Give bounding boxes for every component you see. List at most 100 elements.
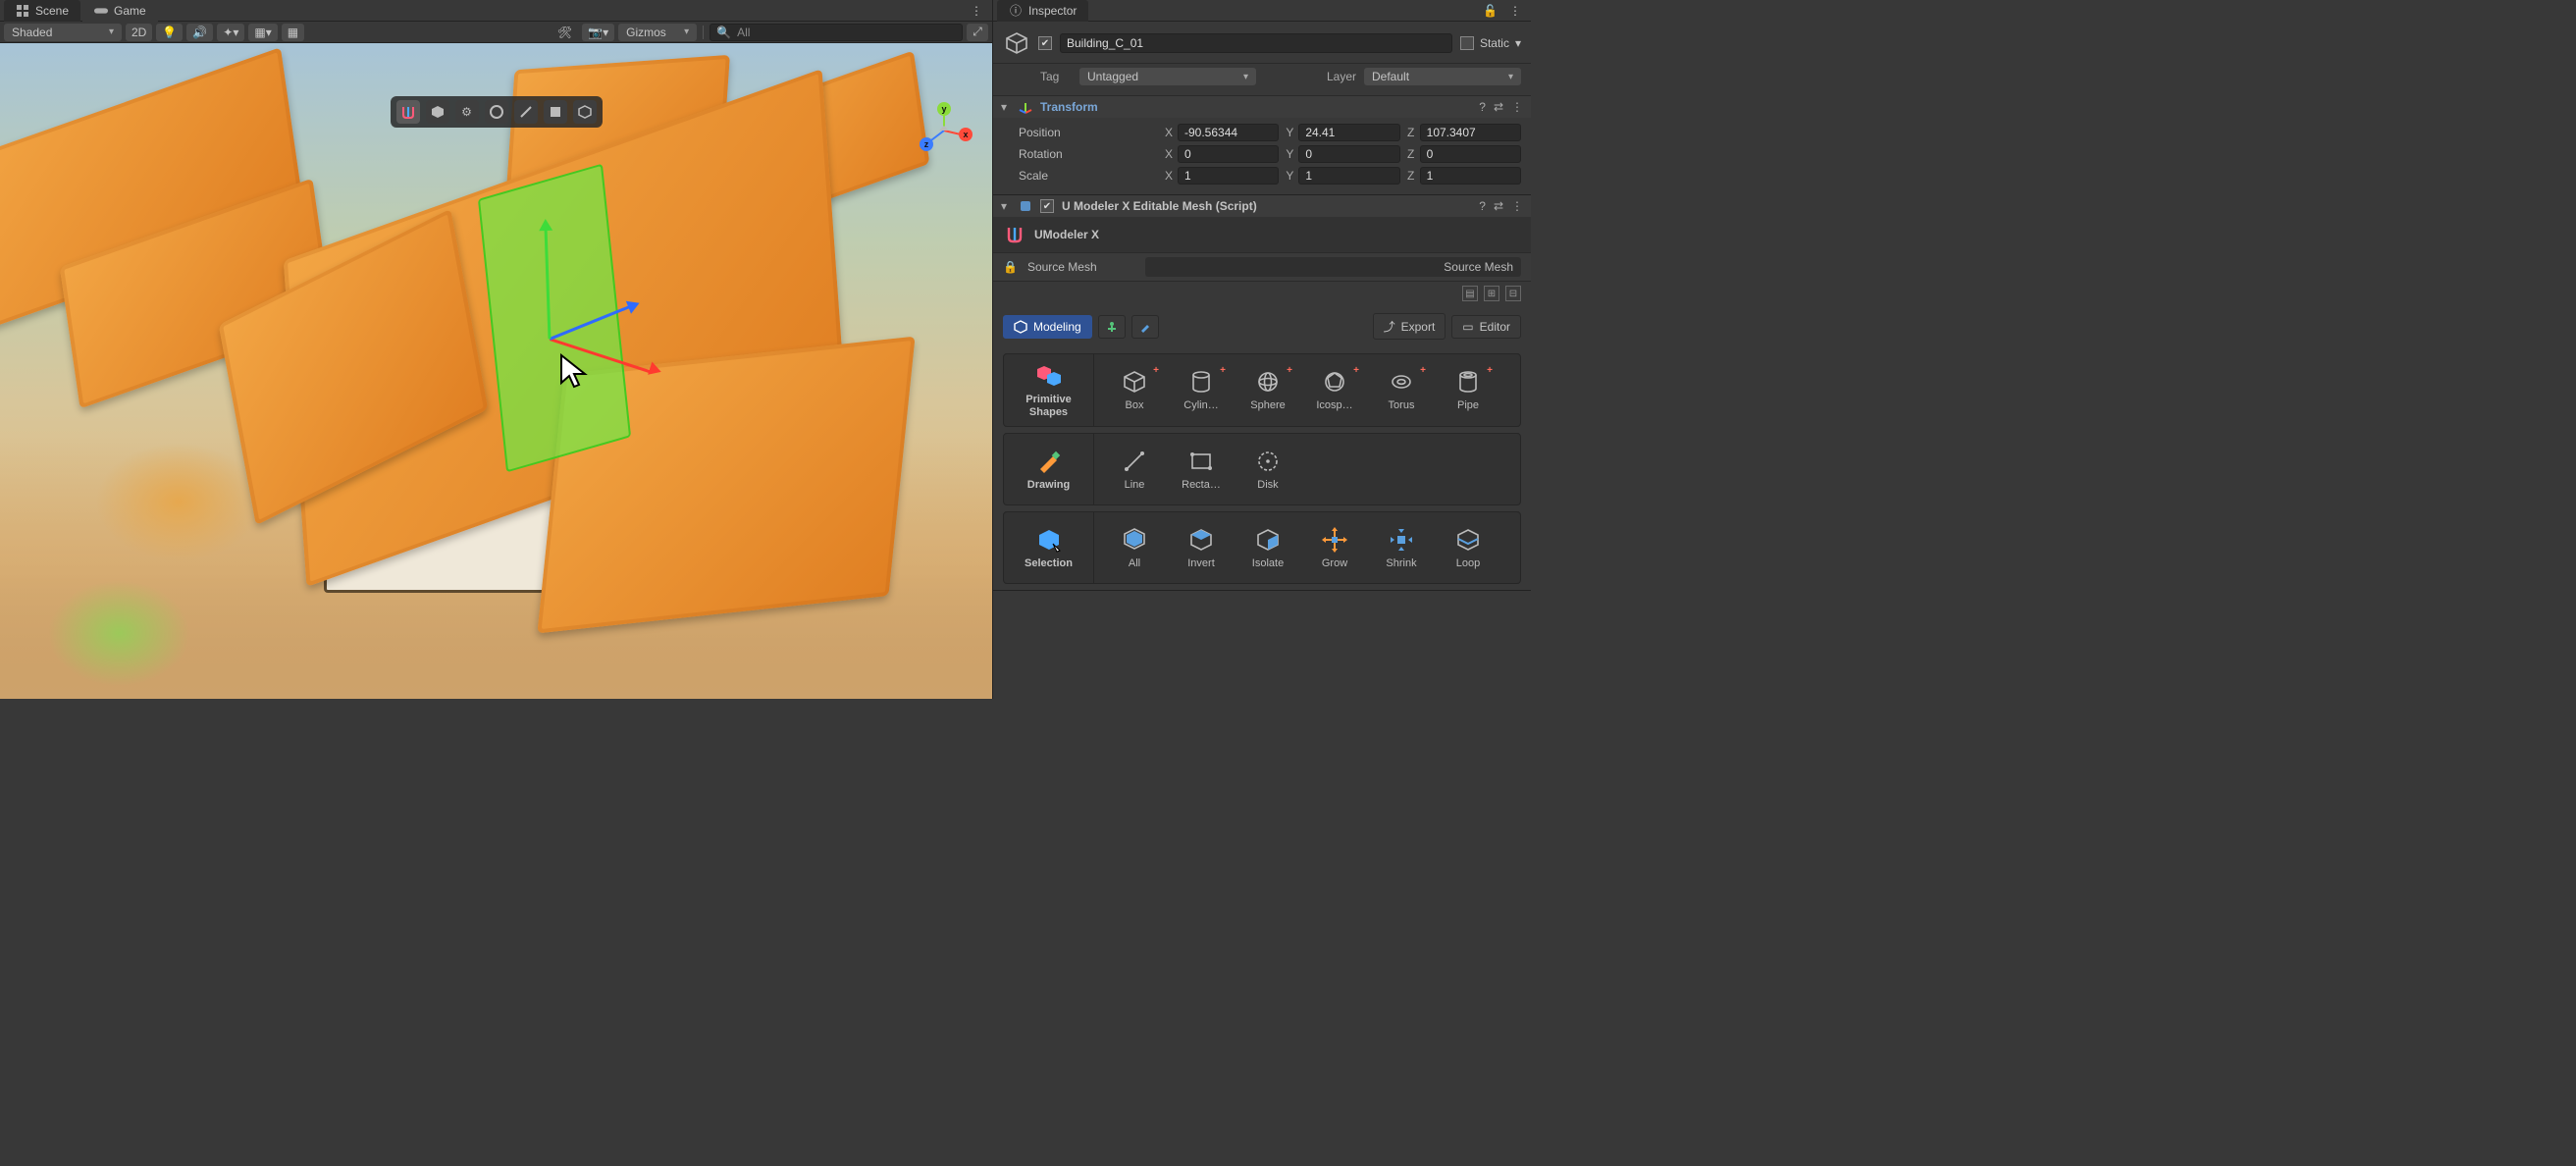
tab-game[interactable]: Game — [82, 0, 158, 22]
preset-icon[interactable]: ⇄ — [1494, 100, 1503, 114]
grid-layout-icon[interactable]: ⊞ — [1484, 286, 1499, 301]
component-enabled-checkbox[interactable] — [1040, 199, 1054, 213]
overlay-umodeler-icon[interactable] — [396, 100, 420, 124]
inspector-context-menu[interactable]: ⋮ — [1503, 4, 1527, 18]
list-layout-icon[interactable]: ▤ — [1462, 286, 1478, 301]
compact-layout-icon[interactable]: ⊟ — [1505, 286, 1521, 301]
scale-x-field[interactable]: 1 — [1178, 167, 1279, 185]
position-y-field[interactable]: 24.41 — [1298, 124, 1399, 141]
tool-sphere[interactable]: +Sphere — [1235, 362, 1300, 417]
loop-icon — [1454, 526, 1482, 554]
tool-torus[interactable]: + Torus — [1369, 362, 1434, 417]
tool-label: All — [1104, 557, 1165, 569]
fx-toggle[interactable]: ✦▾ — [217, 24, 244, 41]
tool-invert[interactable]: Invert — [1169, 520, 1234, 575]
lock-toggle[interactable]: 🔓 — [1477, 4, 1503, 18]
lighting-toggle[interactable]: 💡 — [156, 24, 183, 41]
export-button[interactable]: ⤴ Export — [1373, 313, 1446, 340]
tool-grow[interactable]: Grow — [1302, 520, 1367, 575]
static-dropdown[interactable]: Static ▾ — [1460, 36, 1521, 50]
overlay-cube-icon[interactable] — [426, 100, 449, 124]
position-z-field[interactable]: 107.3407 — [1420, 124, 1521, 141]
tool-pipe[interactable]: +Pipe — [1436, 362, 1500, 417]
tool-isolate[interactable]: Isolate — [1235, 520, 1300, 575]
info-icon: ⓘ — [1009, 4, 1023, 18]
tab-scene[interactable]: Scene — [4, 0, 80, 22]
lightbulb-icon: 💡 — [162, 26, 177, 39]
help-icon[interactable]: ? — [1479, 100, 1486, 114]
mode-2d-toggle[interactable]: 2D — [126, 24, 152, 41]
wrench-icon: 🛠 — [557, 26, 572, 39]
tool-label: Torus — [1371, 399, 1432, 411]
tool-loop[interactable]: Loop — [1436, 520, 1500, 575]
gameobject-icon[interactable] — [1003, 29, 1030, 57]
help-icon[interactable]: ? — [1479, 199, 1486, 213]
chevron-down-icon: ▾ — [684, 26, 689, 37]
draw-mode-dropdown[interactable]: Shaded ▾ — [4, 24, 122, 41]
position-x-field[interactable]: -90.56344 — [1178, 124, 1279, 141]
source-mesh-field[interactable]: Source Mesh — [1145, 257, 1521, 277]
tool-line[interactable]: Line — [1102, 442, 1167, 497]
layer-dropdown[interactable]: Default ▾ — [1364, 68, 1521, 85]
scene-search[interactable]: 🔍 All — [710, 24, 963, 41]
tool-box[interactable]: +Box — [1102, 362, 1167, 417]
maximize-button[interactable]: ⤢ — [967, 24, 988, 41]
editor-button[interactable]: ▭ Editor — [1451, 315, 1521, 339]
scale-z-field[interactable]: 1 — [1420, 167, 1521, 185]
mode-modeling-button[interactable]: Modeling — [1003, 315, 1092, 339]
overlay-object-icon[interactable] — [573, 100, 597, 124]
tool-label: Cylin… — [1171, 399, 1232, 411]
component-title: U Modeler X Editable Mesh (Script) — [1062, 199, 1471, 213]
tool-shrink[interactable]: Shrink — [1369, 520, 1434, 575]
audio-toggle[interactable]: 🔊 — [186, 24, 213, 41]
rotation-x-field[interactable]: 0 — [1178, 145, 1279, 163]
preset-icon[interactable]: ⇄ — [1494, 199, 1503, 213]
static-checkbox[interactable] — [1460, 36, 1474, 50]
component-menu[interactable]: ⋮ — [1511, 100, 1523, 114]
axis-y-label[interactable]: y — [937, 102, 951, 116]
tools-icon-button[interactable]: 🛠 — [552, 24, 578, 41]
tab-context-menu[interactable]: ⋮ — [965, 4, 988, 18]
scale-y-field[interactable]: 1 — [1298, 167, 1399, 185]
tool-all[interactable]: All — [1102, 520, 1167, 575]
chevron-down-icon: ▾ — [109, 26, 114, 37]
transform-icon — [1019, 100, 1032, 114]
rotation-y-field[interactable]: 0 — [1298, 145, 1399, 163]
camera-dropdown[interactable]: 📷▾ — [582, 24, 614, 41]
tab-inspector[interactable]: ⓘ Inspector — [997, 0, 1088, 22]
scene-viewport[interactable]: y x z ⚙ — [0, 43, 992, 699]
chevron-down-icon: ▾ — [266, 26, 272, 39]
tool-label: Sphere — [1237, 399, 1298, 411]
component-menu[interactable]: ⋮ — [1511, 199, 1523, 213]
chevron-down-icon: ▾ — [1508, 72, 1513, 82]
overlay-settings-icon[interactable]: ⚙ — [455, 100, 479, 124]
foldout-toggle[interactable]: ▾ — [1001, 100, 1011, 114]
foldout-toggle[interactable]: ▾ — [1001, 199, 1011, 213]
tool-cylinder[interactable]: +Cylin… — [1169, 362, 1234, 417]
icosphere-icon — [1321, 368, 1348, 396]
tool-icosphere[interactable]: +Icosp… — [1302, 362, 1367, 417]
rectangle-icon — [1187, 448, 1215, 475]
mode-rigging-button[interactable] — [1098, 315, 1126, 339]
hidden-toggle[interactable]: ▦▾ — [248, 24, 277, 41]
overlay-circle-icon[interactable] — [485, 100, 508, 124]
tool-disk[interactable]: Disk — [1235, 442, 1300, 497]
axis-z-label[interactable]: z — [920, 137, 933, 151]
gizmos-dropdown[interactable]: Gizmos ▾ — [618, 24, 697, 41]
plus-icon: + — [1420, 365, 1426, 376]
section-drawing: Drawing LineRecta…Disk — [1003, 433, 1521, 505]
active-checkbox[interactable] — [1038, 36, 1052, 50]
tool-rectangle[interactable]: Recta… — [1169, 442, 1234, 497]
disk-icon — [1254, 448, 1282, 475]
grid-toggle[interactable]: ▦ — [282, 24, 304, 41]
overlay-face-icon[interactable] — [544, 100, 567, 124]
gameobject-name-field[interactable]: Building_C_01 — [1060, 33, 1452, 53]
rotation-z-field[interactable]: 0 — [1420, 145, 1521, 163]
axis-x-label[interactable]: x — [959, 128, 973, 141]
position-label: Position — [1019, 126, 1156, 139]
tag-dropdown[interactable]: Untagged ▾ — [1079, 68, 1256, 85]
mode-paint-button[interactable] — [1131, 315, 1159, 339]
lock-icon: 🔒 — [1003, 260, 1018, 274]
overlay-line-icon[interactable] — [514, 100, 538, 124]
orientation-gizmo[interactable]: y x z — [918, 104, 971, 157]
